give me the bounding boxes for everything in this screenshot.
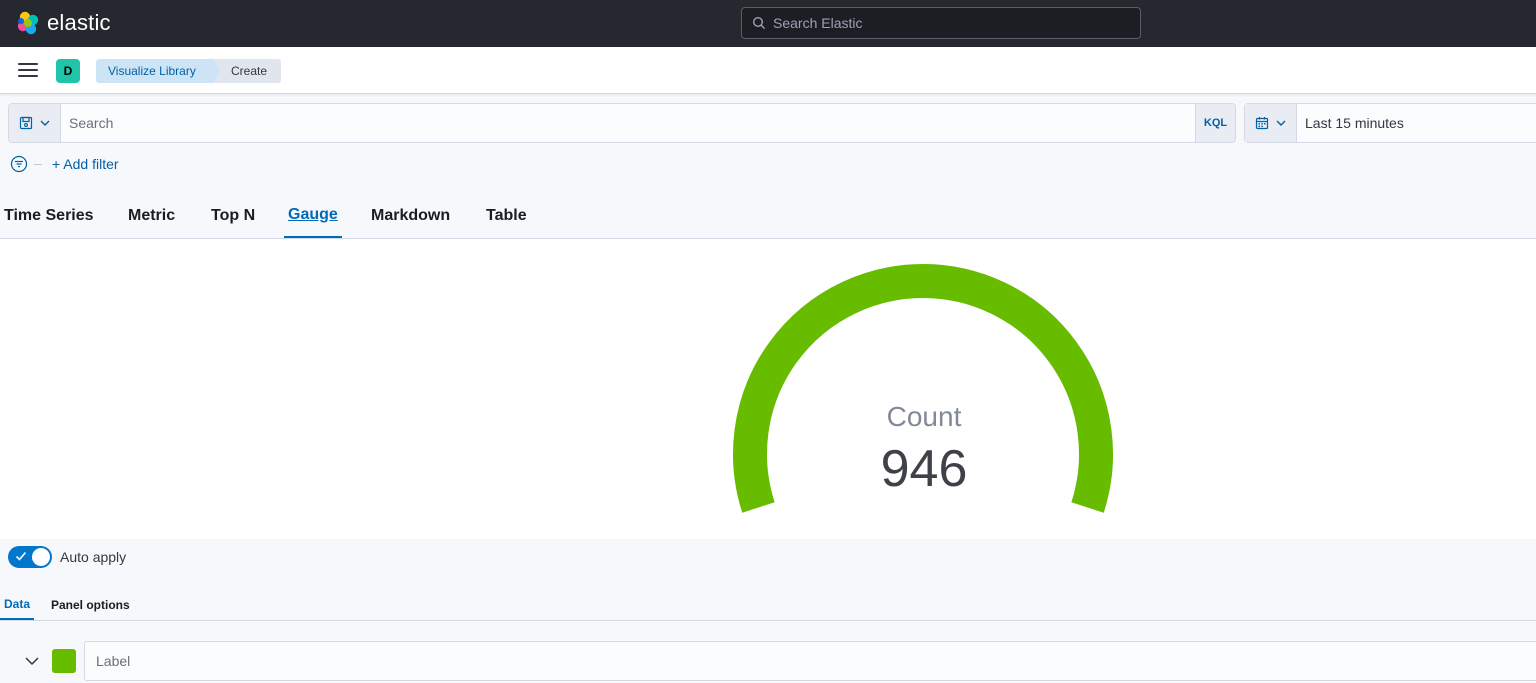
chevron-down-icon[interactable] <box>24 653 40 669</box>
chevron-down-icon <box>1276 120 1285 126</box>
global-search-input[interactable] <box>773 15 1133 31</box>
series-label-input[interactable] <box>84 641 1536 681</box>
chevron-down-icon <box>40 120 49 126</box>
elastic-logo-icon <box>17 11 39 35</box>
breadcrumb-bar: D Visualize Library Create <box>0 47 1536 94</box>
tab-markdown[interactable]: Markdown <box>371 194 450 238</box>
query-bar: KQL <box>8 103 1236 143</box>
date-picker[interactable]: Last 15 minutes <box>1244 103 1536 143</box>
series-row <box>0 641 1536 681</box>
saved-query-button[interactable] <box>9 104 61 142</box>
add-filter-button[interactable]: + Add filter <box>52 156 119 172</box>
tab-gauge[interactable]: Gauge <box>284 194 342 238</box>
search-icon <box>752 16 766 30</box>
gauge-chart: Count 946 <box>733 263 1113 513</box>
elastic-logo[interactable]: elastic <box>16 10 111 36</box>
auto-apply-label: Auto apply <box>60 549 127 565</box>
tab-top-n[interactable]: Top N <box>211 194 255 238</box>
query-language-button[interactable]: KQL <box>1195 104 1235 142</box>
tab-table[interactable]: Table <box>486 194 527 238</box>
logo-text: elastic <box>47 10 111 35</box>
auto-apply-control: Auto apply <box>8 546 126 568</box>
series-color-swatch[interactable] <box>52 649 76 673</box>
gauge-label: Count <box>887 401 962 432</box>
filter-divider <box>34 163 42 165</box>
save-icon <box>19 116 32 130</box>
time-range-label[interactable]: Last 15 minutes <box>1297 115 1404 131</box>
quick-menu-button[interactable] <box>1245 104 1297 142</box>
gauge-visualization: Count 946 <box>0 239 1536 539</box>
query-search-input[interactable] <box>61 104 1195 142</box>
space-avatar[interactable]: D <box>56 59 80 83</box>
switch-knob <box>32 548 50 566</box>
filter-icon[interactable] <box>10 155 28 173</box>
auto-apply-switch[interactable] <box>8 546 52 568</box>
check-icon <box>15 551 27 561</box>
global-search[interactable] <box>741 7 1141 39</box>
tab-metric[interactable]: Metric <box>128 194 175 238</box>
breadcrumb-visualize-library[interactable]: Visualize Library <box>96 59 221 83</box>
calendar-icon <box>1255 117 1268 130</box>
filter-row: + Add filter <box>10 153 119 175</box>
hamburger-menu-button[interactable] <box>18 63 38 79</box>
top-header: elastic <box>0 0 1536 47</box>
gauge-value: 946 <box>881 440 968 498</box>
tab-data[interactable]: Data <box>0 590 35 620</box>
tab-time-series[interactable]: Time Series <box>4 194 94 238</box>
breadcrumb-create: Create <box>213 59 281 83</box>
panel-config-tabs: Data Panel options <box>0 590 1536 621</box>
tab-panel-options[interactable]: Panel options <box>47 590 134 620</box>
visualization-type-tabs: Time Series Metric Top N Gauge Markdown … <box>0 194 1536 239</box>
